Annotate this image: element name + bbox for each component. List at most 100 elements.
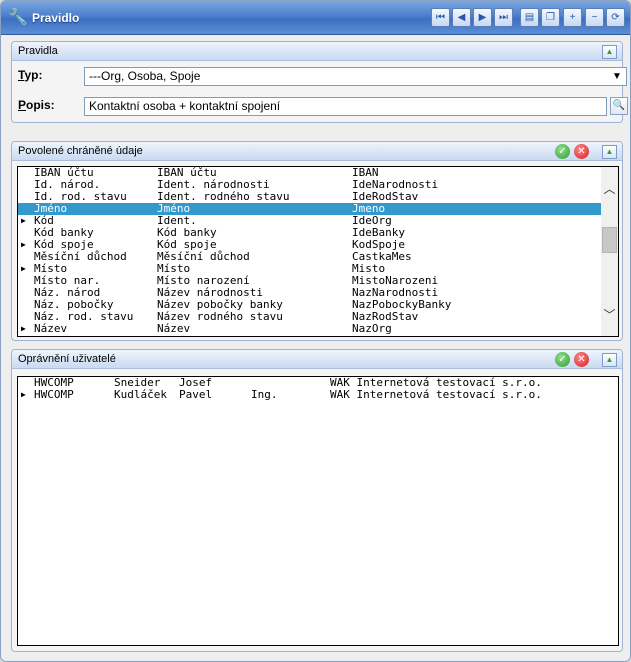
cancel-icon[interactable]: ✕ xyxy=(574,144,589,159)
pravidla-panel: Pravidla ▲ Typ: ---Org, Osoba, Spoje ▼ P… xyxy=(11,41,628,123)
typ-select-value: ---Org, Osoba, Spoje xyxy=(89,69,201,83)
popis-label: Popis: xyxy=(18,98,55,112)
confirm-icon[interactable]: ✓ xyxy=(555,352,570,367)
collapse-panel-icon[interactable]: ▲ xyxy=(602,145,617,159)
list-item[interactable]: Náz. rod. stavu Název rodného stavu NazRod… xyxy=(18,311,601,323)
list-cell: MistoNarozeni xyxy=(352,274,439,287)
add-button[interactable]: + xyxy=(563,8,582,27)
authorized-users-list[interactable]: HWCOMP Sneider Josef WAK Internetová testov… xyxy=(17,376,619,646)
list-item[interactable]: ▶ Kód Ident. IdeOrg xyxy=(18,215,601,227)
list-cell: KodSpoje xyxy=(352,238,405,251)
list-item[interactable]: Náz. pobočky Název pobočky banky NazPobock… xyxy=(18,299,601,311)
scroll-up-icon[interactable]: ︿ xyxy=(601,181,618,197)
protected-fields-list[interactable]: ▶ Název Název NazOrg Náz. rod. stavu Název ro… xyxy=(17,166,619,337)
list-item[interactable]: Kód banky Kód banky IdeBanky xyxy=(18,227,601,239)
wrench-icon: 🔧 xyxy=(8,9,28,26)
collapse-panel-icon[interactable]: ▲ xyxy=(602,353,617,367)
scroll-thumb[interactable] xyxy=(602,227,617,253)
first-record-button[interactable]: ⏮ xyxy=(431,8,450,27)
last-record-button[interactable]: ⏭ xyxy=(494,8,513,27)
popis-input[interactable]: Kontaktní osoba + kontaktní spojení xyxy=(84,97,607,116)
opravneni-header: Oprávnění uživatelé ✓ ✕ ▲ xyxy=(12,350,622,369)
delete-button[interactable]: − xyxy=(585,8,604,27)
chevron-down-icon[interactable]: ▼ xyxy=(609,69,625,84)
refresh-icon: ⟳ xyxy=(611,12,620,23)
list-item[interactable]: IBAN účtu IBAN účtu IBAN xyxy=(18,167,601,179)
list-cell: Id. národ. xyxy=(34,178,101,191)
expand-marker-icon[interactable]: ▶ xyxy=(21,215,26,227)
expand-marker-icon[interactable]: ▶ xyxy=(21,323,26,335)
expand-marker-icon[interactable]: ▶ xyxy=(21,389,26,401)
copy-button[interactable]: ❐ xyxy=(541,8,560,27)
list-cell: Ing. xyxy=(251,388,278,401)
list-cell: Jmeno xyxy=(352,202,386,215)
list-cell: IdeBanky xyxy=(352,226,405,239)
expand-marker-icon[interactable]: ▶ xyxy=(21,239,26,251)
popis-input-value: Kontaktní osoba + kontaktní spojení xyxy=(89,99,281,113)
list-cell: Kód banky xyxy=(157,226,217,239)
povolene-panel: Povolené chráněné údaje ✓ ✕ ▲ ▶ Název Náze… xyxy=(11,141,623,341)
list-cell: Ident. xyxy=(157,214,197,227)
list-cell: IBAN xyxy=(352,166,379,179)
pravidla-header: Pravidla ▲ xyxy=(12,42,622,61)
expand-marker-icon[interactable]: ▶ xyxy=(21,263,26,275)
povolene-title: Povolené chráněné údaje xyxy=(18,145,143,157)
refresh-button[interactable]: ⟳ xyxy=(606,8,625,27)
list-item[interactable]: Id. národ. Ident. národnosti IdeNarodnosti xyxy=(18,179,601,191)
list-cell: HWCOMP xyxy=(34,388,74,401)
prev-record-button[interactable]: ◀ xyxy=(452,8,471,27)
vertical-scrollbar[interactable]: ︿ ﹀ xyxy=(601,167,618,336)
list-cell: Místo narození xyxy=(157,274,250,287)
list-cell: Název xyxy=(157,322,191,335)
list-item[interactable]: ▶ Místo Místo Misto xyxy=(18,263,601,275)
scroll-down-icon[interactable]: ﹀ xyxy=(601,307,618,323)
add-icon: + xyxy=(569,12,576,23)
list-cell: Jméno xyxy=(157,202,191,215)
next-record-button[interactable]: ▶ xyxy=(473,8,492,27)
list-cell: Kód spoje xyxy=(157,238,217,251)
prev-icon: ◀ xyxy=(457,12,466,23)
list-cell: Kód banky xyxy=(34,226,94,239)
title-bar: 🔧 Pravidlo ⏮ ◀ ▶ ⏭ ▤ ❐ + − ⟳ xyxy=(1,1,630,35)
list-cell: IBAN účtu xyxy=(157,166,217,179)
copy-icon: ❐ xyxy=(546,12,555,23)
list-cell: Kudláček xyxy=(114,388,167,401)
povolene-header: Povolené chráněné údaje ✓ ✕ ▲ xyxy=(12,142,622,161)
window-title: Pravidlo xyxy=(32,11,80,25)
list-cell: Náz. pobočky xyxy=(34,298,114,311)
list-item[interactable]: Měsíční důchod Měsíční důchod CastkaMes xyxy=(18,251,601,263)
list-cell: Kód spoje xyxy=(34,238,94,251)
list-item[interactable]: ▶ HWCOMP Kudláček Pavel Ing. WAK Internetová … xyxy=(18,389,618,401)
cancel-icon[interactable]: ✕ xyxy=(574,352,589,367)
list-item[interactable]: Místo nar. Místo narození MistoNarozeni xyxy=(18,275,601,287)
list-item[interactable]: Náz. národ Název národnosti NazNarodnosti xyxy=(18,287,601,299)
list-cell: WAK Internetová testovací s.r.o. xyxy=(330,388,542,401)
last-icon: ⏭ xyxy=(499,12,508,23)
list-cell: Místo xyxy=(157,262,191,275)
detail-button[interactable]: ▤ xyxy=(520,8,539,27)
list-cell: Id. rod. stavu xyxy=(34,190,127,203)
detail-icon: ▤ xyxy=(524,12,535,23)
collapse-panel-icon[interactable]: ▲ xyxy=(602,45,617,59)
opravneni-title: Oprávnění uživatelé xyxy=(18,353,116,365)
lookup-icon[interactable]: 🔍 xyxy=(610,97,628,115)
first-icon: ⏮ xyxy=(436,12,445,23)
list-cell: Místo xyxy=(34,262,68,275)
list-cell: Měsíční důchod xyxy=(157,250,250,263)
typ-select[interactable]: ---Org, Osoba, Spoje ▼ xyxy=(84,67,627,86)
list-item[interactable]: ▶ Název Název NazOrg xyxy=(18,323,601,335)
list-item[interactable]: Jméno Jméno Jmeno xyxy=(18,203,601,215)
list-cell: Náz. národ xyxy=(34,286,101,299)
list-cell: Jméno xyxy=(34,202,68,215)
list-item[interactable]: ▶ Kód spoje Kód spoje KodSpoje xyxy=(18,239,601,251)
list-item[interactable]: Id. rod. stavu Ident. rodného stavu IdeRod… xyxy=(18,191,601,203)
list-cell: Ident. rodného stavu xyxy=(157,190,290,203)
confirm-icon[interactable]: ✓ xyxy=(555,144,570,159)
list-cell: Kód xyxy=(34,214,54,227)
list-cell: Pavel xyxy=(179,388,213,401)
list-cell: Místo nar. xyxy=(34,274,101,287)
delete-icon: − xyxy=(591,12,598,23)
list-cell: Název xyxy=(34,322,68,335)
list-cell: Náz. rod. stavu xyxy=(34,310,134,323)
list-cell: Misto xyxy=(352,262,386,275)
